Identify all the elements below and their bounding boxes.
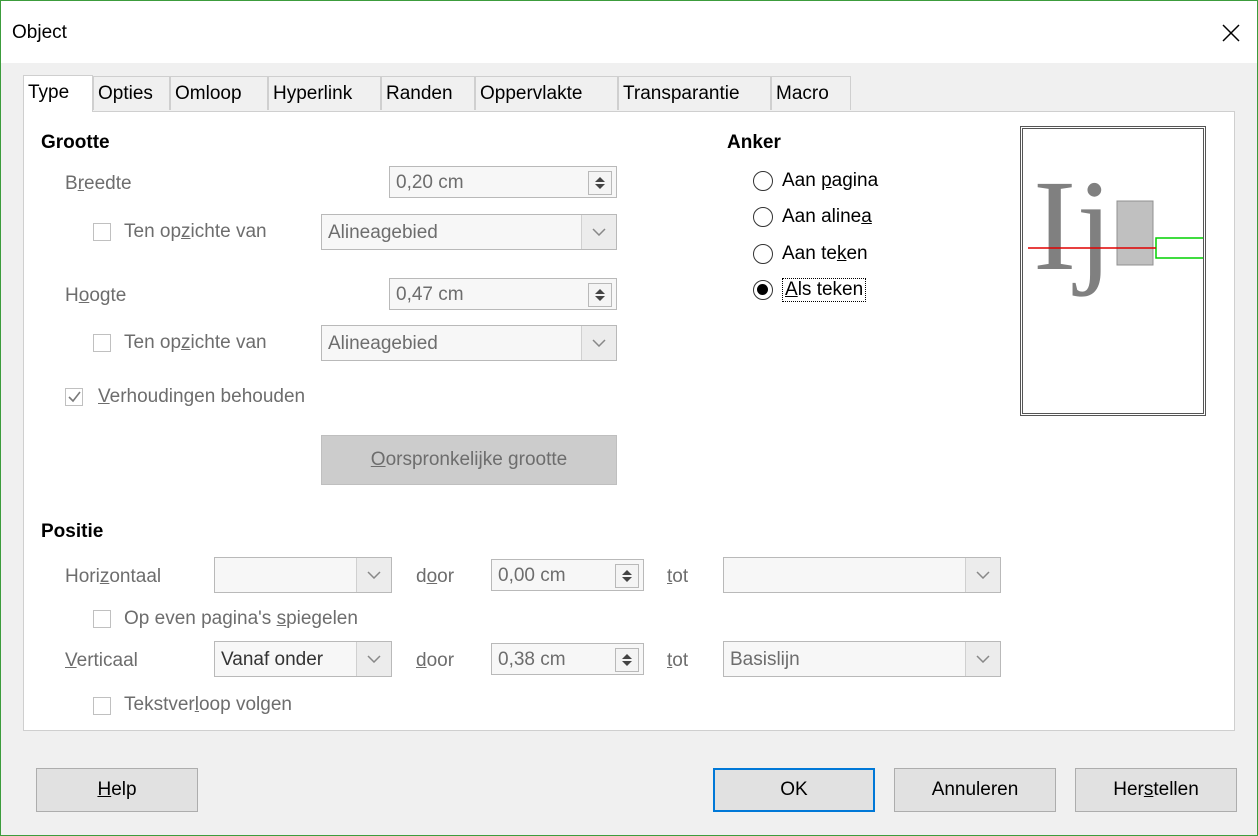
- anchor-page-radio[interactable]: [753, 171, 773, 191]
- tab-transparency[interactable]: Transparantie: [618, 76, 771, 110]
- chevron-down-icon[interactable]: [965, 558, 1000, 592]
- anchor-page-label: Aan pagina: [782, 170, 879, 191]
- chevron-down-icon[interactable]: [356, 558, 391, 592]
- tab-wrap[interactable]: Omloop: [170, 76, 268, 110]
- chevron-down-icon[interactable]: [581, 215, 616, 249]
- vertical-by-label: door: [416, 650, 455, 671]
- width-relative-label: Ten opzichte van: [124, 221, 267, 242]
- height-spinbox[interactable]: 0,47 cm: [389, 278, 617, 310]
- close-icon: [1222, 24, 1240, 42]
- chevron-down-icon[interactable]: [581, 326, 616, 360]
- vertical-to-select[interactable]: Basislijn: [723, 641, 1001, 677]
- chevron-down-icon[interactable]: [356, 642, 391, 676]
- horizontal-to-label: tot: [667, 566, 689, 587]
- anchor-preview: Ij: [1020, 126, 1215, 416]
- tab-options[interactable]: Opties: [93, 76, 170, 110]
- spin-arrows-icon[interactable]: [615, 564, 639, 588]
- anchor-char-label: Aan teken: [782, 243, 868, 264]
- mirror-label: Op even pagina's spiegelen: [124, 608, 358, 629]
- preview-glyph: Ij: [1033, 154, 1112, 298]
- ok-button[interactable]: OK: [713, 768, 875, 812]
- mirror-checkbox[interactable]: [93, 610, 111, 628]
- tab-hyperlink[interactable]: Hyperlink: [268, 76, 381, 110]
- spin-arrows-icon[interactable]: [588, 283, 612, 307]
- title-bar: Object: [1, 1, 1257, 63]
- vertical-label: Verticaal: [65, 650, 138, 671]
- anchor-char-radio[interactable]: [753, 244, 773, 264]
- tab-macro[interactable]: Macro: [771, 76, 851, 110]
- vertical-select[interactable]: Vanaf onder: [214, 641, 392, 677]
- tab-type[interactable]: Type: [23, 75, 93, 112]
- anchor-section-title: Anker: [727, 132, 781, 153]
- width-label: Breedte: [65, 173, 132, 194]
- horizontal-by-spinbox[interactable]: 0,00 cm: [491, 559, 644, 591]
- width-relative-checkbox[interactable]: [93, 223, 111, 241]
- horizontal-select[interactable]: [214, 557, 392, 593]
- keep-ratio-label: Verhoudingen behouden: [98, 386, 306, 407]
- cancel-button[interactable]: Annuleren: [894, 768, 1056, 812]
- type-panel: Grootte Breedte 0,20 cm Ten opzichte van…: [23, 111, 1235, 731]
- checkmark-icon: [68, 391, 81, 403]
- vertical-by-spinbox[interactable]: 0,38 cm: [491, 643, 644, 675]
- reset-button[interactable]: Herstellen: [1075, 768, 1237, 812]
- horizontal-by-label: door: [416, 566, 455, 587]
- help-button[interactable]: Help: [36, 768, 198, 812]
- follow-text-checkbox[interactable]: [93, 697, 111, 715]
- anchor-as-char-radio[interactable]: [753, 280, 773, 300]
- width-spinbox[interactable]: 0,20 cm: [389, 166, 617, 198]
- close-button[interactable]: [1213, 15, 1249, 51]
- spin-arrows-icon[interactable]: [615, 648, 639, 672]
- horizontal-to-select[interactable]: [723, 557, 1001, 593]
- tab-area[interactable]: Oppervlakte: [475, 76, 618, 110]
- window-title: Object: [12, 22, 67, 43]
- object-dialog: Object Type Opties Omloop Hyperlink Rand…: [0, 0, 1258, 836]
- original-size-button[interactable]: Oorspronkelijke grootte: [321, 435, 617, 485]
- tab-borders[interactable]: Randen: [381, 76, 475, 110]
- position-section-title: Positie: [41, 521, 104, 542]
- anchor-as-char-label: Als teken: [782, 278, 867, 302]
- keep-ratio-checkbox[interactable]: [65, 388, 83, 406]
- size-section-title: Grootte: [41, 132, 110, 153]
- width-relative-select[interactable]: Alineagebied: [321, 214, 617, 250]
- spin-arrows-icon[interactable]: [588, 171, 612, 195]
- vertical-to-label: tot: [667, 650, 689, 671]
- height-relative-select[interactable]: Alineagebied: [321, 325, 617, 361]
- anchor-paragraph-radio[interactable]: [753, 207, 773, 227]
- height-relative-checkbox[interactable]: [93, 334, 111, 352]
- horizontal-label: Horizontaal: [65, 566, 162, 587]
- follow-text-label: Tekstverloop volgen: [124, 694, 292, 715]
- preview-graphic: Ij: [1028, 154, 1215, 298]
- chevron-down-icon[interactable]: [965, 642, 1000, 676]
- height-label: Hoogte: [65, 285, 127, 306]
- anchor-paragraph-label: Aan alinea: [782, 206, 872, 227]
- height-relative-label: Ten opzichte van: [124, 332, 267, 353]
